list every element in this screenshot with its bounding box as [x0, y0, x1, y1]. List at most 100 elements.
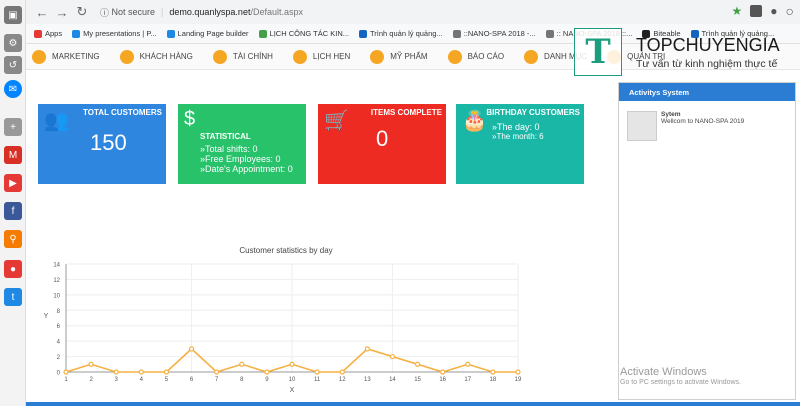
messenger-icon[interactable]: ✉	[4, 80, 22, 98]
address-bar[interactable]: ⓘ Not secure | demo.quanlyspa.net /Defau…	[100, 3, 730, 21]
bookmark-item[interactable]: Apps	[34, 29, 62, 38]
card-title: TOTAL CUSTOMERS	[83, 108, 162, 117]
download-icon[interactable]	[750, 5, 763, 17]
bookmark-icon	[359, 29, 367, 38]
birthday-day: »The day: 0	[492, 122, 540, 132]
data-point	[289, 361, 295, 367]
activity-item[interactable]: Sytem Wellcom to NANO-SPA 2019	[627, 111, 769, 147]
windows-watermark: Activate Windows	[620, 366, 707, 378]
dollar-icon: $	[184, 108, 196, 130]
bookmark-item[interactable]: ::NANO-SPA 2018 -...	[452, 29, 536, 38]
x-tick-label: 9	[265, 377, 269, 383]
bookmark-item[interactable]: My presentations | P...	[72, 29, 157, 38]
chart-svg: 024681012141 2 3 4 5 6 7 8 9 10 11 12 13 14 15 16 17 18 19…	[44, 263, 522, 395]
menu-lich-hen[interactable]: LỊCH HẸN	[292, 49, 350, 64]
activity-panel: Activitys System Sytem Wellcom to NANO-S…	[618, 82, 796, 400]
y-tick-label: 8	[57, 309, 61, 315]
chart-title: Customer statistics by day	[239, 246, 333, 255]
data-point	[188, 346, 195, 352]
card-line: »Date's Appointment: 0	[200, 164, 293, 174]
x-tick-label: 1	[64, 377, 68, 383]
extension-sidebar: ▣ ⚙ ↺ ✉ + M ▶ f ⚲ ● t	[0, 0, 26, 406]
bookmark-icon	[72, 29, 81, 38]
menu-label: TÀI CHÍNH	[232, 52, 273, 61]
x-tick-label: 13	[364, 377, 371, 383]
menu-marketing[interactable]: MARKETING	[32, 49, 100, 64]
card-line: »Total shifts: 0	[200, 144, 258, 154]
x-axis-label: X	[290, 387, 295, 394]
card-items-complete[interactable]: 🛒 ITEMS COMPLETE 0	[318, 104, 446, 184]
x-tick-label: 17	[464, 377, 471, 383]
x-tick-label: 10	[289, 377, 296, 383]
menu-bao-cao[interactable]: BÁO CÁO	[447, 49, 504, 64]
add-icon[interactable]: +	[4, 118, 22, 136]
bookmark-item[interactable]: Landing Page builder	[166, 29, 249, 38]
url-separator: |	[161, 7, 164, 17]
url-host: demo.quanlyspa.net	[169, 7, 251, 17]
activity-text: Sytem Wellcom to NANO-SPA 2019	[661, 111, 744, 147]
catalog-icon	[524, 49, 539, 64]
clock-icon	[292, 49, 307, 64]
back-icon[interactable]: ←	[32, 2, 52, 22]
card-title: ITEMS COMPLETE	[370, 108, 442, 117]
bookmark-label: Trình quản lý quảng...	[370, 29, 443, 38]
cake-icon: 🎂	[462, 110, 487, 132]
settings-icon[interactable]: ⚙	[4, 34, 22, 52]
bookmark-item[interactable]: LỊCH CÔNG TÁC KIN...	[258, 29, 349, 38]
data-point	[389, 353, 396, 360]
activity-user: Sytem	[661, 111, 681, 118]
x-tick-label: 7	[215, 377, 219, 383]
bottom-strip	[26, 402, 800, 406]
card-statistical[interactable]: $ STATISTICAL »Total shifts: 0 »Free Emp…	[178, 104, 306, 184]
users-icon: 👥	[44, 110, 69, 132]
data-point	[138, 369, 144, 375]
x-tick-label: 16	[439, 377, 446, 383]
activity-message: Wellcom to NANO-SPA 2019	[661, 118, 745, 125]
x-tick-label: 15	[414, 377, 421, 383]
data-point	[264, 369, 270, 375]
bookmark-item[interactable]: Trình quản lý quảng...	[359, 29, 443, 38]
marketing-icon	[32, 49, 46, 64]
logo-text: TOPCHUYENGIA Tư vấn từ kinh nghiệm thực …	[636, 35, 780, 70]
info-icon: ⓘ	[100, 7, 112, 18]
logo-mark: T	[574, 28, 622, 76]
bookmark-label: Landing Page builder	[177, 29, 249, 38]
y-tick-label: 12	[53, 278, 60, 284]
forward-icon[interactable]: →	[52, 2, 72, 22]
x-tick-label: 5	[165, 377, 169, 383]
customers-icon	[119, 49, 134, 64]
youtube-icon[interactable]: ▶	[4, 174, 22, 192]
tiki-icon[interactable]: t	[4, 288, 22, 306]
menu-my-pham[interactable]: MỸ PHẨM	[370, 49, 428, 64]
menu-label: MARKETING	[52, 52, 100, 61]
menu-khach-hang[interactable]: KHÁCH HÀNG	[119, 49, 193, 64]
gmail-icon[interactable]: M	[4, 146, 22, 164]
history-icon[interactable]: ↺	[4, 56, 22, 74]
profile-icon[interactable]: ●	[770, 4, 777, 18]
y-tick-label: 14	[53, 263, 60, 269]
reload-icon[interactable]: ↻	[72, 2, 92, 22]
menu-label: MỸ PHẨM	[390, 52, 428, 61]
x-tick-label: 18	[490, 377, 497, 383]
y-tick-label: 0	[57, 371, 61, 377]
menu-tai-chinh[interactable]: TÀI CHÍNH	[212, 49, 273, 64]
x-tick-label: 12	[339, 377, 346, 383]
bookmark-star-icon[interactable]: ★	[732, 4, 743, 18]
menu-icon[interactable]: ○	[786, 3, 794, 19]
y-tick-label: 6	[57, 324, 61, 330]
x-tick-label: 6	[190, 377, 194, 383]
bookmark-label: My presentations | P...	[83, 29, 157, 38]
bookmark-icon	[545, 29, 554, 38]
facebook-icon[interactable]: f	[4, 202, 22, 220]
data-point	[239, 361, 245, 367]
window-icon[interactable]: ▣	[4, 6, 22, 24]
card-title: STATISTICAL	[200, 132, 251, 141]
url-path: /Default.aspx	[250, 7, 303, 17]
security-label: Not secure	[111, 7, 156, 17]
x-tick-label: 8	[240, 377, 244, 383]
card-birthday-customers[interactable]: 🎂 BIRTHDAY CUSTOMERS »The day: 0 »The mo…	[456, 104, 584, 184]
app-icon[interactable]: ●	[4, 260, 22, 278]
search-icon[interactable]: ⚲	[4, 230, 22, 248]
card-total-customers[interactable]: 👥 TOTAL CUSTOMERS 150	[38, 104, 166, 184]
browser-window: ← → ↻ ⓘ Not secure | demo.quanlyspa.net …	[26, 0, 800, 406]
